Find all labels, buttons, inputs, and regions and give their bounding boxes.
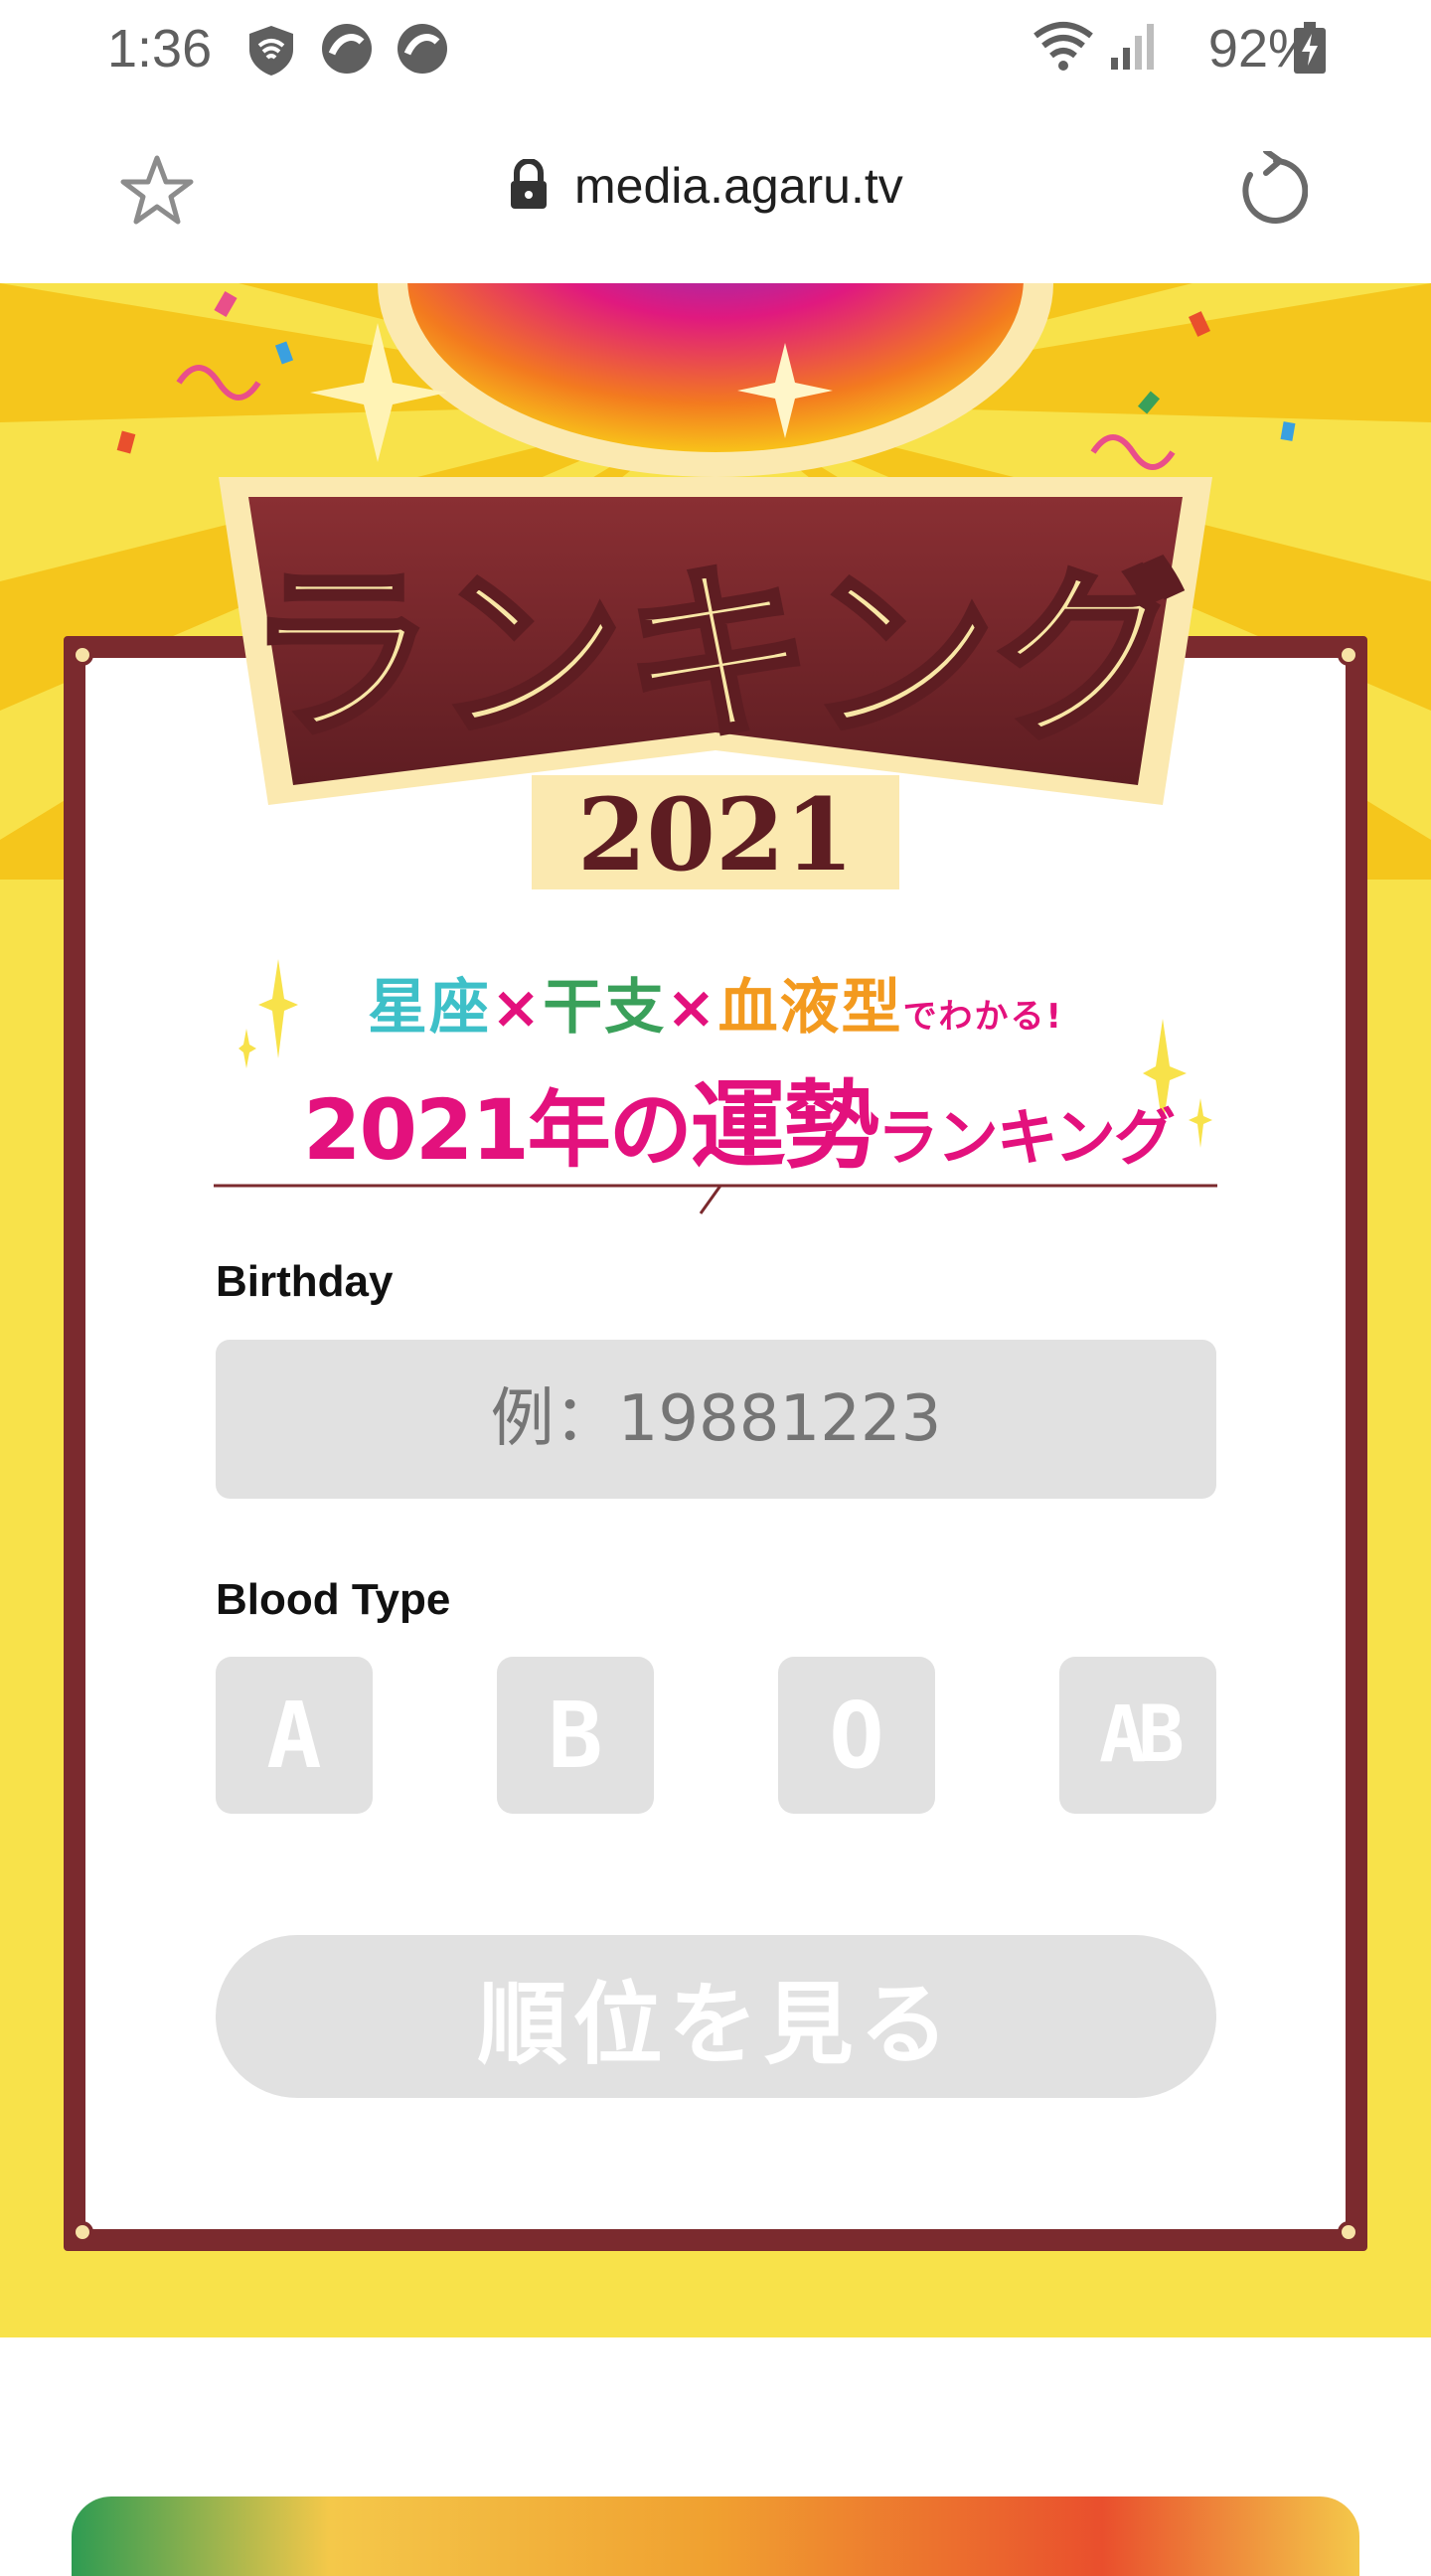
shield-wifi-icon [243, 22, 299, 81]
view-ranking-button[interactable]: 順位を見る [216, 1935, 1216, 2098]
frame-corner-dot [72, 2221, 93, 2243]
battery-charging-icon [1292, 22, 1328, 78]
birthday-input[interactable] [216, 1340, 1216, 1499]
subtitle-blood-type: 血液型 [717, 973, 903, 1043]
subtitle-line-1: 星座×干支×血液型でわかる! [368, 959, 1063, 1046]
frame-corner-dot [1338, 644, 1359, 666]
status-time: 1:36 [107, 19, 213, 79]
blood-type-a-button[interactable]: A [216, 1657, 373, 1814]
subtitle-times: × [491, 973, 544, 1043]
blood-type-o-button[interactable]: O [778, 1657, 935, 1814]
next-banner-preview[interactable] [72, 2496, 1359, 2576]
url-text: media.agaru.tv [574, 158, 903, 214]
frame-corner-dot [72, 644, 93, 666]
notification-icon [320, 22, 374, 80]
ranking-year-text: 2021 [577, 776, 854, 893]
blood-type-label: Blood Type [216, 1575, 451, 1624]
sparkle-icon [238, 959, 298, 1068]
fortune-ranking-banner: ランキング 2021 星座×干支×血液型でわかる! 2021年の運勢ランキング … [0, 283, 1431, 2337]
reload-icon[interactable] [1236, 148, 1309, 231]
subtitle-zodiac: 星座 [368, 973, 491, 1043]
signal-icon [1109, 24, 1159, 76]
subtitle-times: × [666, 973, 718, 1043]
star-icon[interactable] [119, 154, 195, 230]
subtitle-line-2: 2021年の運勢ランキング [303, 1048, 1176, 1187]
subtitle-fortune: 運勢 [690, 1070, 879, 1182]
wifi-icon [1032, 20, 1095, 78]
status-bar: 1:36 92% [0, 0, 1431, 99]
birthday-label: Birthday [216, 1257, 394, 1306]
title-divider [214, 1184, 1217, 1214]
lock-icon [507, 158, 551, 213]
ranking-title-text: ランキング [246, 546, 1185, 765]
subtitle-suffix: でわかる! [902, 997, 1064, 1037]
notification-icon [396, 22, 449, 80]
subtitle-eto: 干支 [543, 973, 667, 1043]
ranking-title-logo: ランキング 2021 [219, 283, 1212, 893]
subtitle-ranking: ランキング [876, 1101, 1176, 1174]
frame-corner-dot [1338, 2221, 1359, 2243]
blood-type-b-button[interactable]: B [497, 1657, 654, 1814]
address-field[interactable]: media.agaru.tv [507, 157, 903, 215]
blood-type-ab-button[interactable]: AB [1059, 1657, 1216, 1814]
subtitle-year-prefix: 2021年の [303, 1081, 693, 1179]
browser-url-bar: media.agaru.tv [0, 99, 1431, 283]
